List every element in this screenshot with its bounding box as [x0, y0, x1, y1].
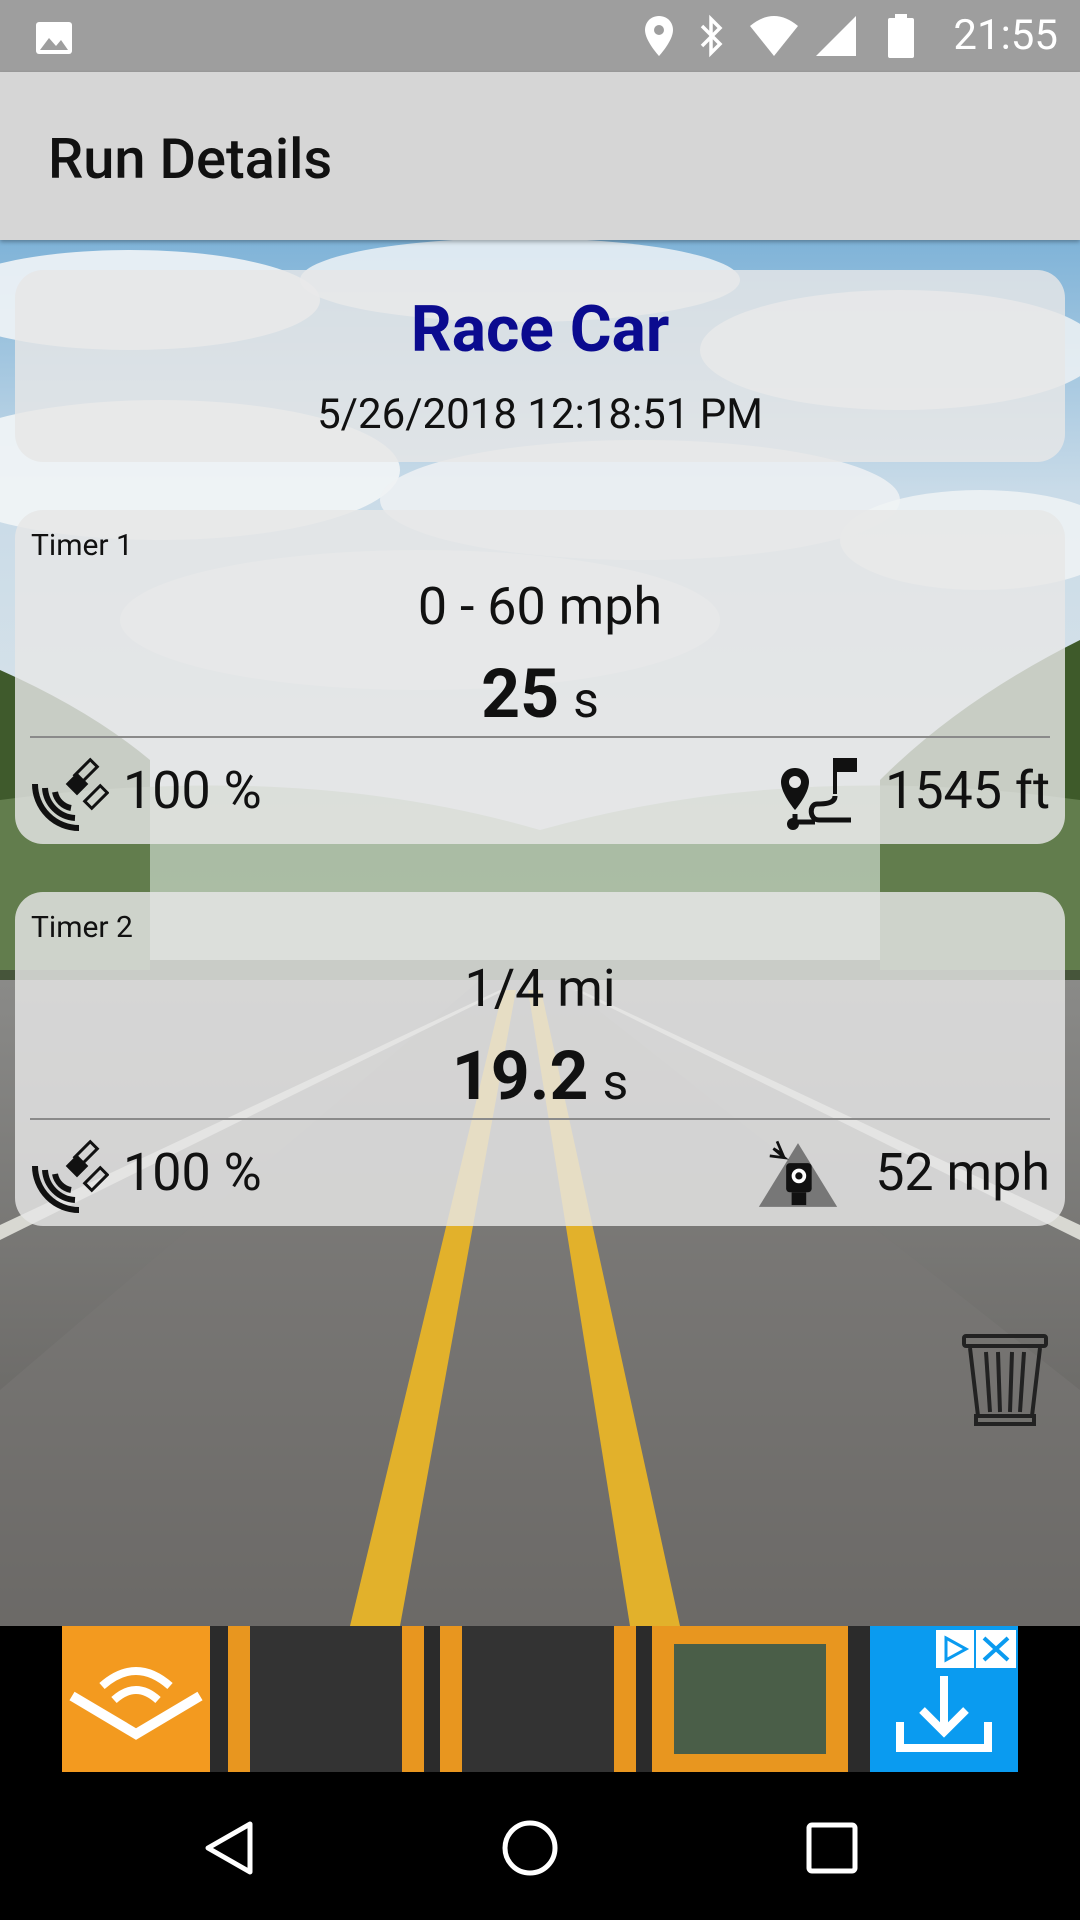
system-nav-bar	[0, 1774, 1080, 1920]
timer-result: 19.2 s	[15, 1036, 1065, 1116]
timer-result: 25 s	[15, 654, 1065, 734]
divider	[30, 736, 1050, 738]
location-icon	[645, 16, 673, 56]
satellite-icon	[32, 1139, 109, 1213]
timer-range: 1/4 mi	[464, 958, 616, 1019]
image-icon	[36, 22, 72, 54]
speed-camera-icon	[758, 1140, 838, 1207]
timer-card[interactable]: Timer 2 1/4 mi 19.2 s 100 % 52 mph	[15, 892, 1065, 1226]
download-icon	[896, 1630, 1016, 1752]
ad-screenshot	[440, 1626, 636, 1772]
gps-accuracy: 100 %	[123, 760, 262, 821]
run-details-content[interactable]: Race Car 5/26/2018 12:18:51 PM Timer 1 0…	[0, 240, 1080, 1626]
timer-card[interactable]: Timer 1 0 - 60 mph 25 s 100 % 1545 ft	[15, 510, 1065, 844]
ad-banner[interactable]	[62, 1626, 1018, 1772]
page-title: Run Details	[48, 126, 333, 192]
timer-result-unit: s	[602, 1054, 629, 1112]
run-header-card: Race Car 5/26/2018 12:18:51 PM	[15, 270, 1065, 462]
audiobook-wave-icon	[69, 1667, 203, 1740]
ad-area	[0, 1626, 1080, 1774]
ad-screenshot	[652, 1626, 848, 1772]
status-bar: 21:55	[0, 0, 1080, 72]
divider	[30, 1118, 1050, 1120]
signal-icon	[816, 16, 856, 56]
recents-icon[interactable]	[804, 1820, 860, 1876]
ad-screenshot	[228, 1626, 424, 1772]
timer-label: Timer 2	[31, 910, 133, 945]
timer-label: Timer 1	[31, 528, 133, 563]
back-icon[interactable]	[200, 1818, 260, 1878]
ad-logo	[62, 1626, 210, 1772]
run-datetime: 5/26/2018 12:18:51 PM	[317, 390, 763, 439]
timer-result-value: 25	[481, 654, 560, 734]
battery-icon	[888, 14, 914, 58]
run-name: Race Car	[410, 292, 670, 367]
trap-speed-value: 52 mph	[875, 1142, 1050, 1203]
trash-icon[interactable]	[960, 1328, 1050, 1428]
distance-route-icon	[781, 758, 857, 830]
app-bar: Run Details	[0, 72, 1080, 240]
timer-range: 0 - 60 mph	[417, 576, 663, 637]
distance-value: 1545 ft	[885, 760, 1050, 821]
timer-result-unit: s	[573, 672, 599, 730]
timer-result-value: 19.2	[451, 1036, 589, 1116]
wifi-icon	[750, 16, 798, 56]
ad-download-button[interactable]	[870, 1626, 1018, 1772]
bluetooth-icon	[700, 14, 723, 58]
gps-accuracy: 100 %	[123, 1142, 262, 1203]
status-time: 21:55	[953, 11, 1058, 60]
home-icon[interactable]	[500, 1818, 560, 1878]
satellite-icon	[32, 757, 109, 831]
